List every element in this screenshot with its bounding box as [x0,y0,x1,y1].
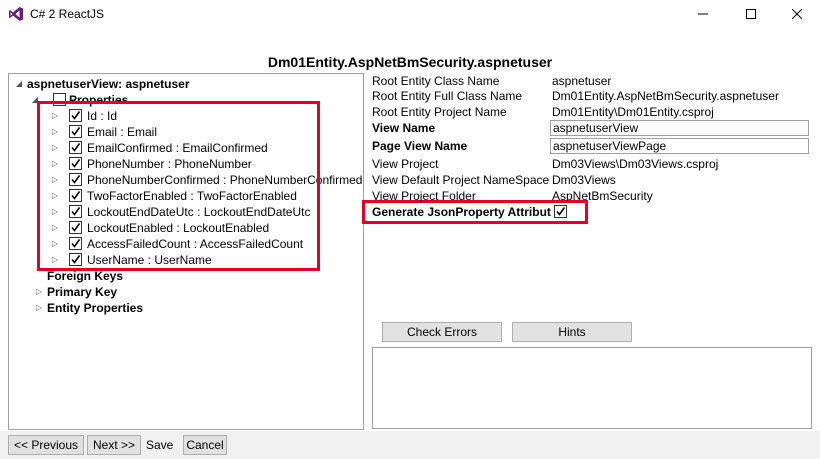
collapsed-arrow-icon[interactable]: ▷ [51,127,59,137]
property-label: PhoneNumberConfirmed : PhoneNumberConfir… [87,173,363,187]
generate-json-checkbox[interactable] [554,205,567,218]
root-class-name-label: Root Entity Class Name [372,74,500,88]
collapsed-arrow-icon[interactable]: ▷ [51,223,59,233]
primary-key-label: Primary Key [47,285,118,299]
checkmark-icon [71,191,81,200]
page-title: Dm01Entity.AspNetBmSecurity.aspnetuser [267,54,553,70]
property-checkbox[interactable] [69,109,82,122]
view-default-ns-label: View Default Project NameSpace [372,173,550,187]
output-textarea[interactable] [372,347,812,429]
property-label: AccessFailedCount : AccessFailedCount [87,237,304,251]
save-button[interactable]: Save [146,438,173,452]
property-checkbox[interactable] [69,237,82,250]
checkmark-icon [71,127,81,136]
checkmark-icon [71,159,81,168]
entity-properties-label: Entity Properties [47,301,144,315]
property-label: Id : Id [87,109,118,123]
checkmark-icon [71,207,81,216]
close-button[interactable] [774,0,820,28]
property-label: Email : Email [87,125,158,139]
property-checkbox[interactable] [69,157,82,170]
property-label: LockoutEndDateUtc : LockoutEndDateUtc [87,205,311,219]
property-checkbox[interactable] [69,221,82,234]
page-view-name-input[interactable] [550,138,809,154]
maximize-button[interactable] [728,0,774,28]
property-label: UserName : UserName [87,253,212,267]
properties-label: Properties [69,93,129,107]
checkmark-icon [71,175,81,184]
foreign-keys-label: Foreign Keys [47,269,124,283]
property-checkbox[interactable] [69,173,82,186]
collapsed-arrow-icon[interactable]: ▷ [51,143,59,153]
root-project-name-value: Dm01Entity\Dm01Entity.csproj [552,105,714,119]
collapsed-arrow-icon[interactable]: ▷ [51,207,59,217]
view-name-input[interactable] [550,120,809,136]
page-view-name-label: Page View Name [372,139,468,153]
collapsed-arrow-icon[interactable]: ▷ [35,303,43,313]
check-errors-button[interactable]: Check Errors [382,322,502,342]
collapsed-arrow-icon[interactable]: ▷ [51,255,59,265]
collapsed-arrow-icon[interactable]: ▷ [51,239,59,249]
checkmark-icon [71,143,81,152]
properties-checkbox[interactable] [53,93,66,106]
collapsed-arrow-icon[interactable]: ▷ [35,287,43,297]
view-project-folder-label: View Project Folder [372,189,476,203]
property-label: TwoFactorEnabled : TwoFactorEnabled [87,189,297,203]
expanded-arrow-icon[interactable]: ◢ [15,79,23,89]
collapsed-arrow-icon[interactable]: ▷ [51,191,59,201]
collapsed-arrow-icon[interactable]: ▷ [51,159,59,169]
generate-json-label: Generate JsonProperty Attribute [372,205,551,219]
previous-button[interactable]: << Previous [8,435,84,455]
next-button[interactable]: Next >> [87,435,141,455]
title-bar: C# 2 ReactJS [0,0,820,28]
cancel-button[interactable]: Cancel [183,435,227,455]
minimize-button[interactable] [680,0,726,28]
root-class-name-value: aspnetuser [552,74,612,88]
collapsed-arrow-icon[interactable]: ▷ [51,175,59,185]
checkmark-icon [71,111,81,120]
property-checkbox[interactable] [69,205,82,218]
view-project-label: View Project [372,157,439,171]
property-label: EmailConfirmed : EmailConfirmed [87,141,268,155]
entity-tree[interactable]: ◢ aspnetuserView: aspnetuser ◢ Propertie… [8,73,364,430]
checkmark-icon [556,207,566,216]
root-full-class-name-label: Root Entity Full Class Name [372,89,523,103]
tree-root-label: aspnetuserView: aspnetuser [27,77,190,91]
visual-studio-icon [9,7,23,21]
property-checkbox[interactable] [69,253,82,266]
root-full-class-name-value: Dm01Entity.AspNetBmSecurity.aspnetuser [552,89,779,103]
view-default-ns-value: Dm03Views [552,173,616,187]
close-icon [792,9,802,19]
maximize-icon [746,9,756,19]
minimize-icon [698,13,708,15]
checkmark-icon [71,255,81,264]
hints-button[interactable]: Hints [512,322,632,342]
root-project-name-label: Root Entity Project Name [372,105,507,119]
property-checkbox[interactable] [69,141,82,154]
property-checkbox[interactable] [69,125,82,138]
expanded-arrow-icon[interactable]: ◢ [31,95,39,105]
view-project-folder-value: AspNetBmSecurity [552,189,653,203]
property-label: PhoneNumber : PhoneNumber [87,157,252,171]
view-project-value: Dm03Views\Dm03Views.csproj [552,157,719,171]
checkmark-icon [71,239,81,248]
collapsed-arrow-icon[interactable]: ▷ [51,111,59,121]
property-label: LockoutEnabled : LockoutEnabled [87,221,270,235]
checkmark-icon [71,223,81,232]
view-name-label: View Name [372,121,436,135]
window-title: C# 2 ReactJS [30,7,105,21]
property-checkbox[interactable] [69,189,82,202]
